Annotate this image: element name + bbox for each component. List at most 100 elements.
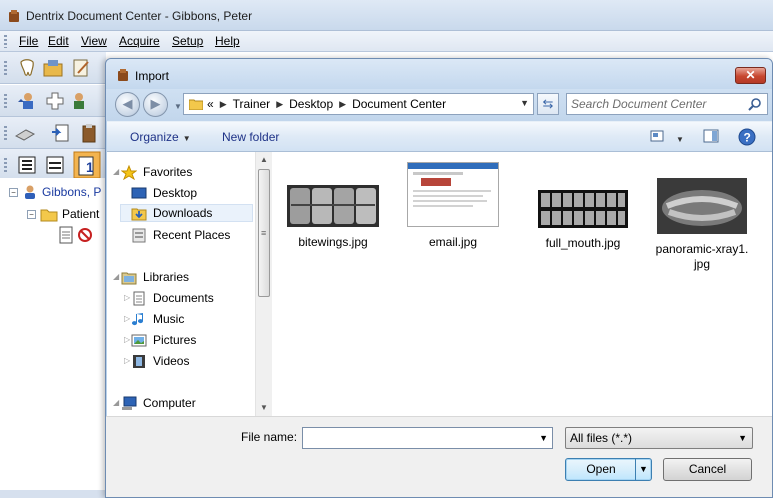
open-button[interactable]: Open ▼: [565, 458, 652, 481]
menu-grip: [4, 35, 7, 48]
help-icon[interactable]: ?: [738, 128, 756, 146]
detail-list-icon[interactable]: [16, 154, 38, 176]
patient-arrow-icon[interactable]: [16, 90, 38, 112]
scanner-icon[interactable]: [14, 122, 36, 144]
app-title-bar: Dentrix Document Center - Gibbons, Peter: [0, 0, 773, 31]
search-icon[interactable]: [748, 97, 762, 111]
file-name-field: ▼: [302, 427, 553, 449]
menu-setup[interactable]: Setup: [172, 34, 203, 48]
expand-arrow-icon[interactable]: ◢: [113, 167, 119, 176]
menu-help[interactable]: Help: [215, 34, 240, 48]
tree-collapse-toggle[interactable]: −: [27, 209, 36, 219]
nav-desktop[interactable]: Desktop: [131, 184, 197, 202]
file-type-select[interactable]: All files (*.*) ▼: [565, 427, 753, 449]
menu-edit[interactable]: Edit: [48, 34, 69, 48]
back-button[interactable]: ◀: [115, 92, 140, 117]
chevron-down-icon[interactable]: ▼: [539, 433, 548, 443]
menu-file[interactable]: File: [19, 34, 38, 48]
svg-text:1: 1: [86, 159, 94, 175]
bitewings-thumbnail: [287, 185, 379, 227]
downloads-icon: [131, 208, 147, 220]
change-view-icon[interactable]: [650, 129, 666, 143]
file-name-line-2: jpg: [693, 257, 710, 271]
file-item[interactable]: email.jpg: [398, 162, 508, 250]
file-name: panoramic-xray1. jpg: [647, 242, 757, 272]
nav-pictures[interactable]: Pictures: [131, 331, 196, 349]
refresh-button[interactable]: ⇆: [537, 93, 559, 115]
menu-view[interactable]: View: [81, 34, 107, 48]
toolbar-grip: [4, 158, 7, 173]
scroll-up-arrow[interactable]: ▲: [256, 152, 272, 168]
app-status-strip: [0, 490, 106, 498]
file-item[interactable]: panoramic-xray1. jpg: [647, 178, 757, 272]
address-row: ◀ ▶ ▼ « ▶ Trainer ▶ Desktop ▶ Document C…: [106, 89, 772, 121]
expand-arrow-icon[interactable]: ◢: [113, 398, 119, 407]
file-name-line-1: panoramic-xray1.: [655, 242, 749, 256]
tree-collapse-toggle[interactable]: −: [9, 187, 18, 197]
preview-pane-icon[interactable]: [703, 129, 719, 143]
nav-libraries[interactable]: Libraries: [121, 268, 189, 286]
documents-icon: [133, 291, 145, 305]
breadcrumb-separator: ▶: [339, 98, 347, 109]
app-toolbar-4: 1: [0, 149, 106, 181]
menu-acquire[interactable]: Acquire: [119, 34, 160, 48]
expand-arrow-icon[interactable]: ▷: [124, 293, 130, 302]
nav-pictures-label: Pictures: [153, 333, 197, 347]
address-bar[interactable]: « ▶ Trainer ▶ Desktop ▶ Document Center …: [183, 93, 534, 115]
breadcrumb-overflow[interactable]: «: [207, 97, 214, 111]
scroll-thumb[interactable]: ≡: [258, 169, 270, 297]
expand-arrow-icon[interactable]: ▷: [124, 314, 130, 323]
page-one-icon[interactable]: 1: [73, 151, 101, 179]
list-view-icon[interactable]: [44, 154, 66, 176]
app-title: Dentrix Document Center - Gibbons, Peter: [26, 9, 253, 23]
medical-cross-icon[interactable]: [44, 90, 66, 112]
expand-arrow-icon[interactable]: ▷: [124, 356, 130, 365]
nav-music[interactable]: Music: [131, 310, 184, 328]
search-input[interactable]: [571, 96, 741, 112]
organize-button[interactable]: Organize ▼: [130, 130, 191, 144]
nav-videos[interactable]: Videos: [131, 352, 189, 370]
nav-documents[interactable]: Documents: [131, 289, 214, 307]
close-button[interactable]: ✕: [735, 67, 766, 84]
clipboard-icon[interactable]: [78, 122, 100, 144]
dentrix-app-icon: [118, 69, 128, 81]
breadcrumb-document-center[interactable]: Document Center: [352, 97, 446, 111]
file-item[interactable]: full_mouth.jpg: [528, 190, 638, 251]
tree-document-row[interactable]: [58, 226, 92, 244]
file-item[interactable]: bitewings.jpg: [278, 185, 388, 250]
dialog-title-bar[interactable]: Import ✕: [106, 59, 772, 89]
open-options-dropdown[interactable]: ▼: [635, 459, 651, 480]
expand-arrow-icon[interactable]: ◢: [113, 272, 119, 281]
view-options-dropdown[interactable]: ▼: [672, 131, 684, 145]
scroll-down-arrow[interactable]: ▼: [256, 400, 272, 416]
breadcrumb-trainer[interactable]: Trainer: [233, 97, 271, 111]
nav-recent-places[interactable]: Recent Places: [131, 226, 230, 244]
nav-favorites[interactable]: Favorites: [121, 163, 192, 181]
tree-folder-label: Patient: [62, 207, 100, 221]
document-edit-icon[interactable]: [70, 57, 92, 79]
nav-computer[interactable]: Computer: [121, 394, 196, 412]
new-folder-button[interactable]: New folder: [222, 130, 279, 144]
expand-arrow-icon[interactable]: ▷: [124, 335, 130, 344]
file-name: full_mouth.jpg: [545, 236, 621, 250]
file-name: bitewings.jpg: [298, 235, 368, 249]
recent-locations-dropdown[interactable]: ▼: [174, 102, 182, 111]
tree-patient-row[interactable]: − Gibbons, P: [9, 183, 101, 201]
patient-tree: − Gibbons, P − Patient: [0, 178, 106, 498]
breadcrumb-desktop[interactable]: Desktop: [289, 97, 333, 111]
address-dropdown-arrow[interactable]: ▼: [520, 98, 529, 108]
panoramic-thumbnail: [657, 178, 747, 234]
refresh-icon: ⇆: [542, 96, 554, 111]
file-name-input[interactable]: [306, 430, 531, 446]
nav-scrollbar[interactable]: ▲ ≡ ▼: [255, 152, 272, 416]
folder-camera-icon[interactable]: [42, 57, 64, 79]
nav-documents-label: Documents: [153, 291, 214, 305]
tooth-icon[interactable]: [16, 57, 38, 79]
cancel-button[interactable]: Cancel: [663, 458, 752, 481]
forward-button[interactable]: ▶: [143, 92, 168, 117]
patient-tooth-icon[interactable]: [70, 90, 92, 112]
tree-folder-row[interactable]: − Patient: [27, 205, 99, 223]
nav-downloads[interactable]: Downloads: [120, 204, 253, 222]
import-document-icon[interactable]: [50, 122, 72, 144]
nav-downloads-label: Downloads: [153, 206, 213, 220]
